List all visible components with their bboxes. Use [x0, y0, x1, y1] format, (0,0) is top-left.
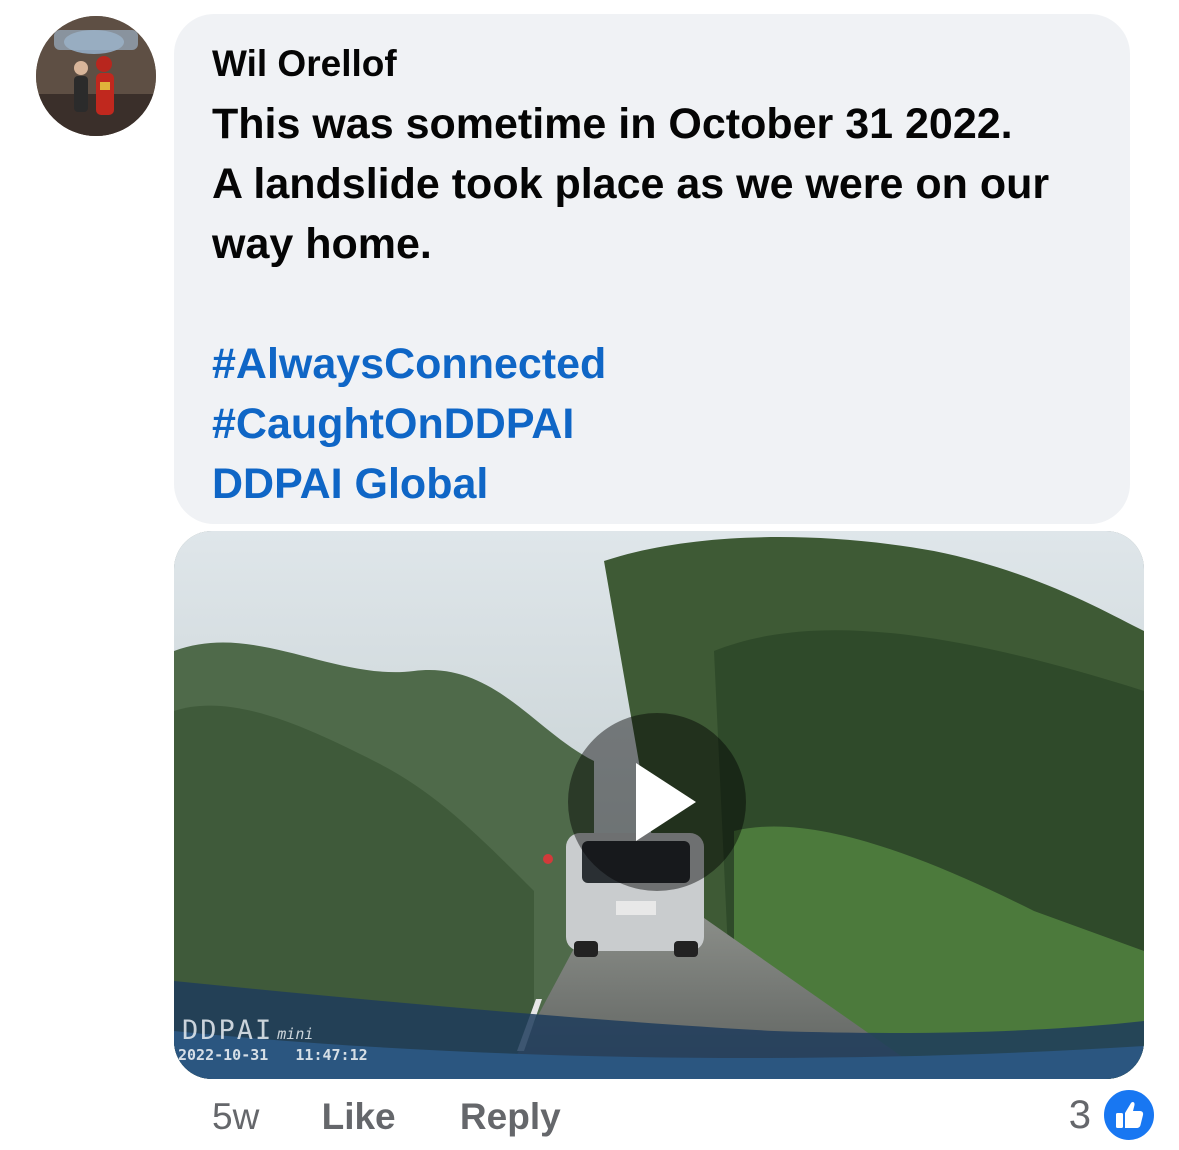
comment-bubble: Wil Orellof This was sometime in October… [174, 14, 1130, 524]
comment-text-line: This was sometime in October 31 2022. [212, 100, 1013, 148]
like-button[interactable]: Like [322, 1092, 396, 1142]
dashcam-time: 11:47:12 [295, 1046, 368, 1064]
comment-actions: 5w Like Reply [212, 1092, 561, 1142]
play-icon [636, 763, 696, 841]
reply-button[interactable]: Reply [460, 1092, 561, 1142]
video-attachment[interactable]: DDPAI mini 2022-10-31 11:47:12 [174, 531, 1144, 1079]
reaction-count: 3 [1068, 1093, 1091, 1137]
dashcam-watermark: DDPAI mini [182, 1015, 313, 1046]
dashcam-timestamp: 2022-10-31 11:47:12 [178, 1046, 368, 1064]
comment-age[interactable]: 5w [212, 1092, 259, 1142]
avatar-photo [36, 16, 156, 136]
comment-thread: Wil Orellof This was sometime in October… [0, 0, 1179, 1150]
avatar[interactable] [36, 16, 156, 136]
thumbs-up-icon [1101, 1087, 1157, 1143]
reaction-summary[interactable]: 3 [1068, 1087, 1157, 1143]
dashcam-date: 2022-10-31 [178, 1046, 269, 1064]
hashtag-link[interactable]: #CaughtOnDDPAI [212, 394, 1110, 454]
hashtag-link[interactable]: #AlwaysConnected [212, 334, 1110, 394]
comment-text: This was sometime in October 31 2022. A … [212, 94, 1110, 514]
comment-text-line: A landslide took place as we were on our [212, 160, 1050, 208]
dashcam-logo: DDPAI [182, 1015, 274, 1046]
comment-author[interactable]: Wil Orellof [212, 42, 1110, 86]
dashcam-model: mini [277, 1025, 314, 1043]
play-button[interactable] [568, 713, 746, 891]
mention-link[interactable]: DDPAI Global [212, 454, 1110, 514]
comment-text-line: way home. [212, 220, 432, 268]
